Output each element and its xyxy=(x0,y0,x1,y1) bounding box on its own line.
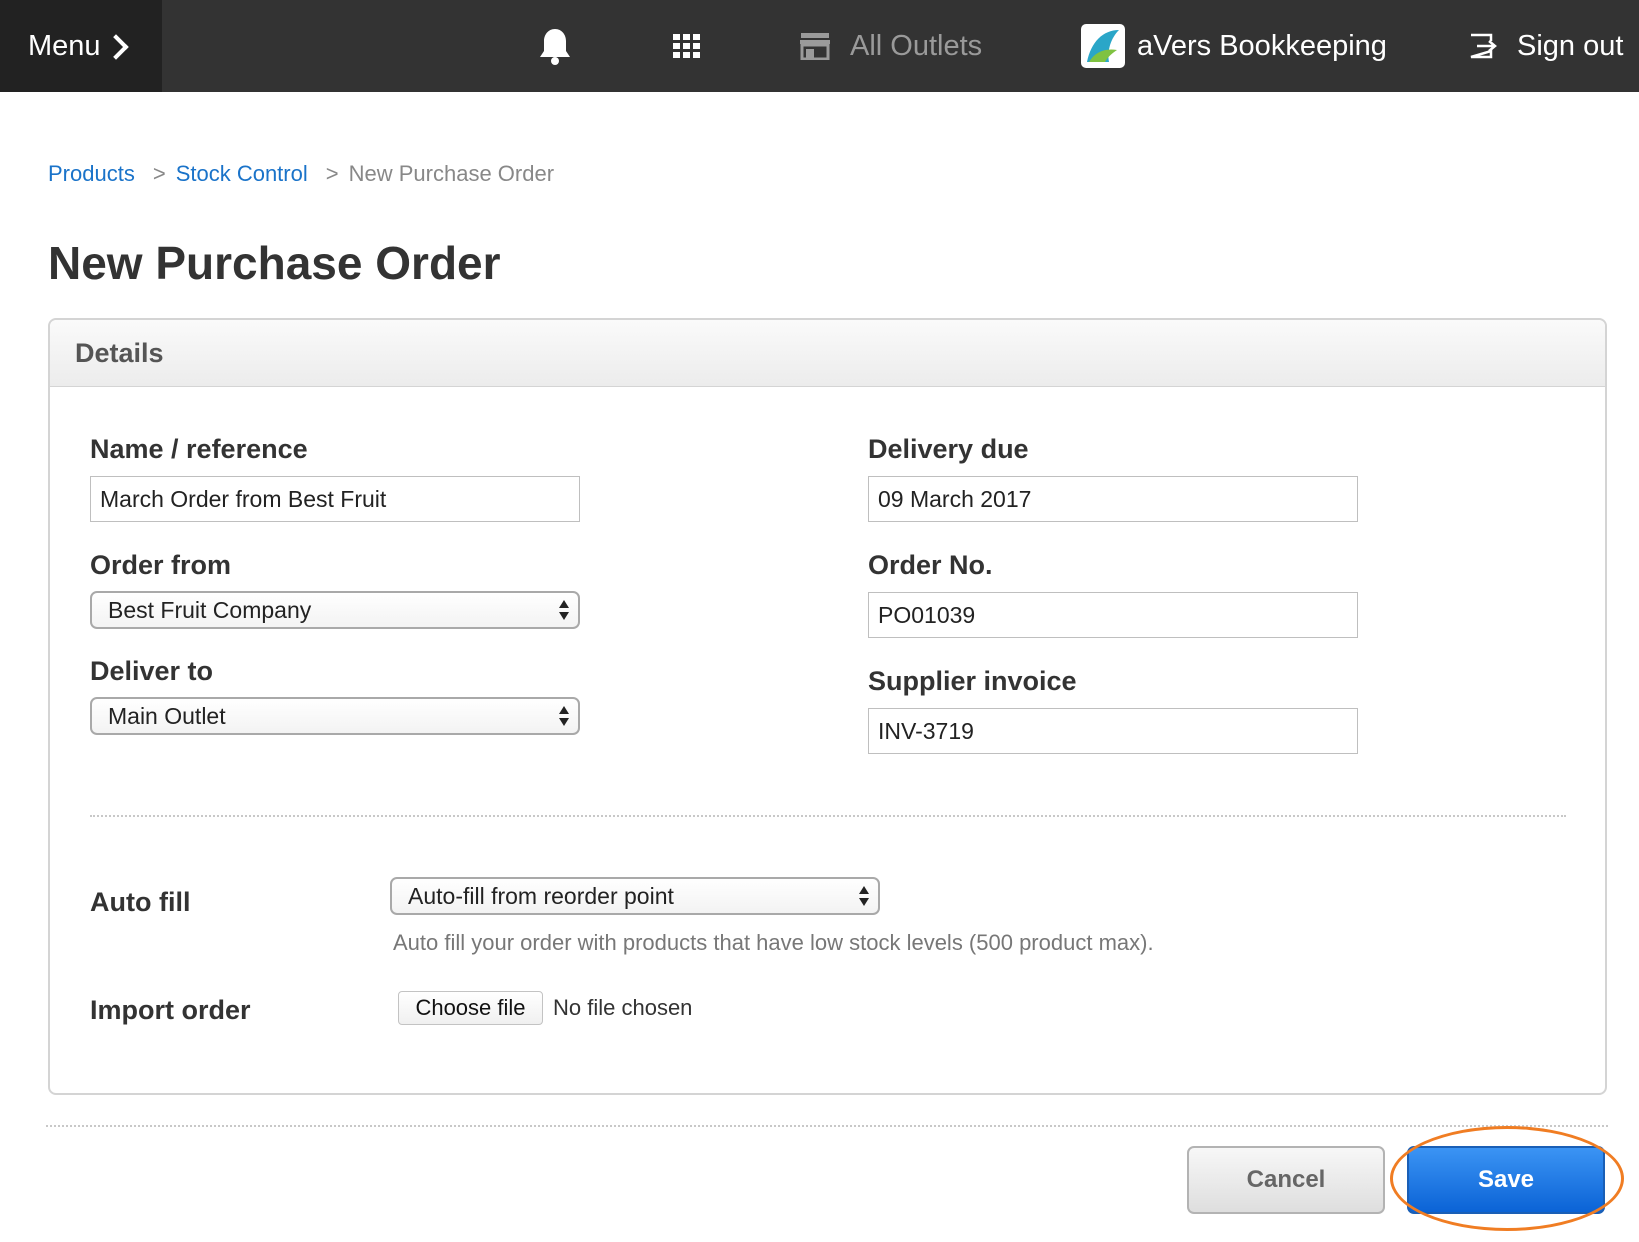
top-navigation-bar: Menu All Outlets aVers Bookkeeping Sign … xyxy=(0,0,1639,92)
chevron-right-icon xyxy=(102,34,129,60)
choose-file-button[interactable]: Choose file xyxy=(398,991,543,1025)
store-icon xyxy=(800,33,830,60)
supplier-invoice-label: Supplier invoice xyxy=(868,666,1077,696)
name-reference-input[interactable]: March Order from Best Fruit xyxy=(90,476,580,522)
order-from-select[interactable]: Best Fruit Company xyxy=(90,591,580,629)
select-arrows-icon xyxy=(558,704,570,728)
import-order-label: Import order xyxy=(90,995,251,1025)
breadcrumb-current: New Purchase Order xyxy=(348,161,555,186)
deliver-to-label: Deliver to xyxy=(90,656,214,686)
sign-out-button[interactable]: Sign out xyxy=(1469,0,1623,92)
notifications-button[interactable] xyxy=(538,0,572,92)
breadcrumb-separator: > xyxy=(325,161,339,186)
account-brand[interactable]: aVers Bookkeeping xyxy=(1081,0,1387,92)
panel-header: Details xyxy=(50,320,1605,387)
page-title: New Purchase Order xyxy=(48,237,501,289)
sign-out-icon xyxy=(1470,33,1497,59)
name-reference-label: Name / reference xyxy=(90,434,308,464)
select-arrows-icon xyxy=(858,884,870,908)
outlets-selector[interactable]: All Outlets xyxy=(800,0,982,92)
order-no-input[interactable]: PO01039 xyxy=(868,592,1358,638)
order-no-label: Order No. xyxy=(868,550,993,580)
breadcrumb-stock-control-link[interactable]: Stock Control xyxy=(176,161,308,187)
supplier-invoice-input[interactable]: INV-3719 xyxy=(868,708,1358,754)
bell-icon xyxy=(540,29,570,65)
breadcrumb-products-link[interactable]: Products xyxy=(48,161,135,187)
sign-out-label: Sign out xyxy=(1517,29,1624,62)
brand-logo-icon xyxy=(1081,24,1125,68)
outlets-label: All Outlets xyxy=(850,29,983,62)
file-status-text: No file chosen xyxy=(553,995,693,1020)
cancel-button[interactable]: Cancel xyxy=(1187,1146,1385,1214)
actions-divider xyxy=(46,1125,1608,1127)
menu-button[interactable]: Menu xyxy=(0,0,162,92)
select-arrows-icon xyxy=(558,598,570,622)
auto-fill-select[interactable]: Auto-fill from reorder point xyxy=(390,877,880,915)
apps-grid-icon xyxy=(673,34,700,58)
order-from-value: Best Fruit Company xyxy=(108,596,312,623)
section-divider xyxy=(90,815,1566,817)
deliver-to-select[interactable]: Main Outlet xyxy=(90,697,580,735)
apps-button[interactable] xyxy=(673,0,701,92)
brand-label: aVers Bookkeeping xyxy=(1137,29,1387,62)
order-from-label: Order from xyxy=(90,550,232,580)
breadcrumb-separator: > xyxy=(152,161,166,186)
save-button[interactable]: Save xyxy=(1407,1146,1605,1214)
menu-label: Menu xyxy=(28,29,101,62)
breadcrumb: Products > Stock Control > New Purchase … xyxy=(48,161,554,187)
auto-fill-hint: Auto fill your order with products that … xyxy=(393,930,1154,955)
delivery-due-input[interactable]: 09 March 2017 xyxy=(868,476,1358,522)
auto-fill-value: Auto-fill from reorder point xyxy=(408,882,674,909)
auto-fill-label: Auto fill xyxy=(90,887,191,917)
details-panel: Details Name / reference March Order fro… xyxy=(48,318,1607,1095)
deliver-to-value: Main Outlet xyxy=(108,702,226,729)
delivery-due-label: Delivery due xyxy=(868,434,1029,464)
